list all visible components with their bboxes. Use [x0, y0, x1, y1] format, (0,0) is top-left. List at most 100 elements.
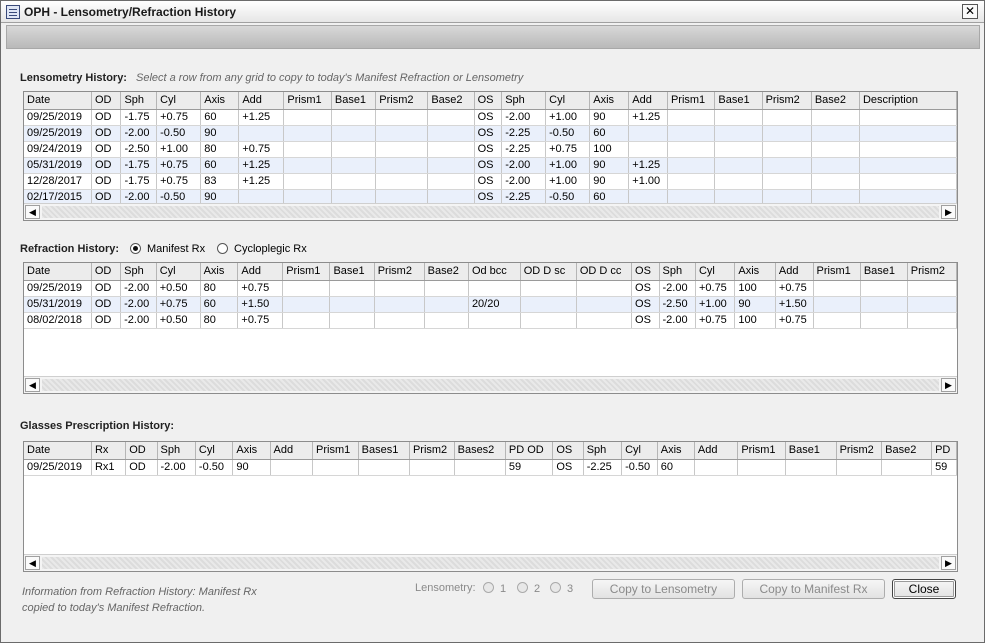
column-header[interactable]: Prism1 — [737, 442, 786, 460]
column-header[interactable]: Date — [24, 263, 92, 281]
column-header[interactable]: Rx — [91, 442, 127, 460]
column-header[interactable]: Cyl — [195, 442, 234, 460]
lensometry-1-radio[interactable] — [483, 582, 494, 593]
column-header[interactable]: Add — [628, 92, 668, 110]
glasses-grid[interactable]: Date Rx OD Sph Cyl Axis Add Prism1 Bases1 Prism2 B… — [23, 441, 958, 572]
column-header[interactable]: Prism2 — [762, 92, 812, 110]
scroll-left-icon[interactable]: ◀ — [25, 378, 40, 392]
lensometry-grid[interactable]: Date OD Sph Cyl Axis Add Prism1 Base1 Prism2 Base… — [23, 91, 958, 221]
column-header[interactable]: PD OD — [505, 442, 554, 460]
lensometry-3-radio[interactable] — [550, 582, 561, 593]
column-header[interactable]: Prism2 — [836, 442, 883, 460]
column-header[interactable]: Axis — [232, 442, 271, 460]
column-header[interactable]: Axis — [734, 263, 776, 281]
column-header[interactable]: OS — [474, 92, 503, 110]
column-header[interactable]: Cyl — [621, 442, 658, 460]
column-header[interactable]: Cyl — [695, 263, 736, 281]
column-header[interactable]: Add — [694, 442, 739, 460]
column-header[interactable]: OD — [125, 442, 158, 460]
scroll-track[interactable] — [42, 206, 939, 218]
column-header[interactable]: Cyl — [156, 92, 202, 110]
column-header[interactable]: Prism1 — [813, 263, 861, 281]
column-header[interactable]: Description — [859, 92, 957, 110]
scroll-track[interactable] — [42, 379, 939, 391]
column-header[interactable]: Cyl — [545, 92, 591, 110]
column-header[interactable]: Axis — [200, 263, 239, 281]
cycloplegic-rx-radio[interactable] — [217, 243, 228, 254]
table-row[interactable]: 05/31/2019 OD -2.00 +0.75 60 +1.50 20/20 OS -2.5… — [24, 296, 957, 313]
manifest-rx-label[interactable]: Manifest Rx — [147, 243, 205, 255]
column-header[interactable]: OD — [91, 263, 122, 281]
cycloplegic-rx-label[interactable]: Cycloplegic Rx — [234, 243, 307, 255]
lensometry-hscrollbar[interactable]: ◀ ▶ — [24, 203, 957, 220]
column-header[interactable]: OD — [91, 92, 122, 110]
refraction-grid[interactable]: Date OD Sph Cyl Axis Add Prism1 Base1 Prism2 Base… — [23, 262, 958, 394]
column-header[interactable]: Prism2 — [907, 263, 957, 281]
column-header[interactable]: Sph — [120, 263, 157, 281]
column-header[interactable]: Axis — [657, 442, 695, 460]
column-header[interactable]: Prism1 — [282, 263, 331, 281]
column-header[interactable]: Sph — [501, 92, 547, 110]
scroll-right-icon[interactable]: ▶ — [941, 378, 956, 392]
column-header[interactable]: Bases2 — [454, 442, 506, 460]
copy-to-lensometry-button[interactable]: Copy to Lensometry — [592, 579, 735, 599]
scroll-track[interactable] — [42, 557, 939, 569]
column-header[interactable]: Sph — [583, 442, 623, 460]
scroll-right-icon[interactable]: ▶ — [941, 556, 956, 570]
lensometry-1-label[interactable]: 1 — [500, 583, 506, 595]
column-header[interactable]: Date — [24, 92, 92, 110]
column-header[interactable]: Od bcc — [468, 263, 521, 281]
column-header[interactable]: PD — [931, 442, 957, 460]
column-header[interactable]: Base1 — [785, 442, 837, 460]
glasses-hscrollbar[interactable]: ◀ ▶ — [24, 554, 957, 571]
column-header[interactable]: Prism2 — [374, 263, 425, 281]
column-header[interactable]: Base1 — [714, 92, 763, 110]
column-header[interactable]: Sph — [659, 263, 696, 281]
lensometry-3-label[interactable]: 3 — [567, 583, 573, 595]
column-header[interactable]: Cyl — [156, 263, 201, 281]
manifest-rx-radio[interactable] — [130, 243, 141, 254]
column-header[interactable]: Prism2 — [375, 92, 429, 110]
column-header[interactable]: Base2 — [427, 92, 475, 110]
column-header[interactable]: Sph — [120, 92, 158, 110]
scroll-left-icon[interactable]: ◀ — [25, 556, 40, 570]
column-header[interactable]: Axis — [200, 92, 240, 110]
column-header[interactable]: Prism2 — [409, 442, 455, 460]
column-header[interactable]: Add — [270, 442, 314, 460]
table-row[interactable]: 08/02/2018 OD -2.00 +0.50 80 +0.75 OS -2.00 +0.7… — [24, 312, 957, 329]
refraction-hscrollbar[interactable]: ◀ ▶ — [24, 376, 957, 393]
column-header[interactable]: Base1 — [860, 263, 908, 281]
column-header[interactable]: Sph — [157, 442, 196, 460]
close-window-button[interactable]: ✕ — [962, 4, 978, 19]
column-header[interactable]: Base2 — [424, 263, 469, 281]
column-header[interactable]: Base1 — [331, 92, 377, 110]
table-row[interactable]: 09/24/2019 OD -2.50 +1.00 80 +0.75 OS -2.25 +0.7… — [24, 141, 957, 158]
column-header[interactable]: Base2 — [881, 442, 933, 460]
table-row[interactable]: 09/25/2019 OD -2.00 +0.50 80 +0.75 OS -2.00 +0.7… — [24, 280, 957, 297]
column-header[interactable]: Add — [238, 92, 285, 110]
table-row[interactable]: 09/25/2019 OD -2.00 -0.50 90 OS -2.25 -0.50 60 — [24, 125, 957, 142]
column-header[interactable]: OS — [631, 263, 660, 281]
column-header[interactable]: Bases1 — [358, 442, 410, 460]
column-header[interactable]: OS — [552, 442, 584, 460]
column-header[interactable]: Axis — [589, 92, 630, 110]
column-header[interactable]: Prism1 — [667, 92, 716, 110]
column-header[interactable]: Base2 — [811, 92, 860, 110]
column-header[interactable]: Base1 — [329, 263, 375, 281]
column-header[interactable]: OD D cc — [576, 263, 633, 281]
table-row[interactable]: 12/28/2017 OD -1.75 +0.75 83 +1.25 OS -2.00 +1.0… — [24, 173, 957, 190]
scroll-left-icon[interactable]: ◀ — [25, 205, 40, 219]
column-header[interactable]: Add — [775, 263, 814, 281]
copy-to-manifest-button[interactable]: Copy to Manifest Rx — [742, 579, 885, 599]
lensometry-2-label[interactable]: 2 — [534, 583, 540, 595]
column-header[interactable]: Prism1 — [312, 442, 359, 460]
column-header[interactable]: Date — [24, 442, 92, 460]
column-header[interactable]: OD D sc — [520, 263, 577, 281]
close-button[interactable]: Close — [892, 579, 956, 599]
table-row[interactable]: 09/25/2019 Rx1 OD -2.00 -0.50 90 59 OS -2.25 -0.5… — [24, 459, 957, 476]
table-row[interactable]: 09/25/2019 OD -1.75 +0.75 60 +1.25 OS -2.00 +1.0… — [24, 109, 957, 126]
scroll-right-icon[interactable]: ▶ — [941, 205, 956, 219]
column-header[interactable]: Prism1 — [283, 92, 332, 110]
column-header[interactable]: Add — [237, 263, 284, 281]
table-row[interactable]: 05/31/2019 OD -1.75 +0.75 60 +1.25 OS -2.00 +1.0… — [24, 157, 957, 174]
